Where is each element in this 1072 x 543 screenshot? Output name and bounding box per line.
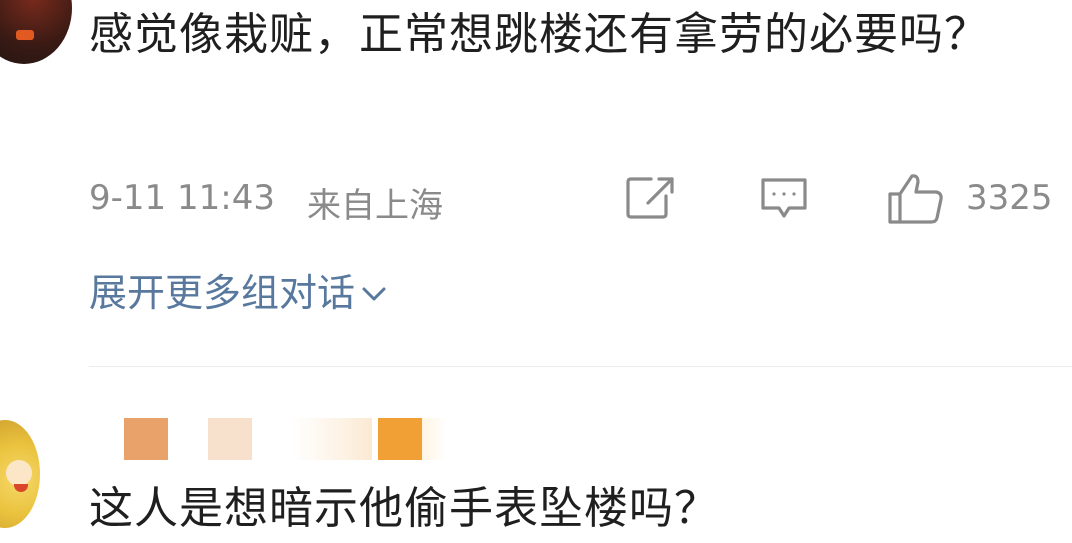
- share-icon: [625, 176, 675, 220]
- mosaic-block: [422, 418, 446, 460]
- like-button[interactable]: [887, 172, 945, 226]
- comment-meta: 9-11 11:43 来自上海 3325: [89, 174, 1072, 226]
- avatar[interactable]: [0, 420, 40, 528]
- expand-conversation-link[interactable]: 展开更多组对话: [89, 262, 387, 317]
- mosaic-block: [124, 418, 168, 460]
- comment-icon: [759, 176, 809, 222]
- thumbs-up-icon: [887, 172, 945, 226]
- comment-location: 来自上海: [307, 186, 443, 226]
- comment-button[interactable]: [759, 176, 809, 222]
- mosaic-block: [208, 418, 252, 460]
- expand-conversation-label: 展开更多组对话: [89, 271, 356, 315]
- mosaic-block: [292, 418, 372, 460]
- comment-text: 这人是想暗示他偷手表坠楼吗？: [89, 483, 719, 534]
- comment-text: 感觉像栽赃，正常想跳楼还有拿劳的必要吗？: [89, 9, 989, 60]
- comment-timestamp: 9-11 11:43: [89, 178, 275, 218]
- like-count: 3325: [966, 178, 1053, 218]
- username-masked[interactable]: [124, 418, 454, 462]
- avatar[interactable]: [0, 0, 72, 64]
- chevron-down-icon: [355, 268, 387, 312]
- mosaic-block: [378, 418, 422, 460]
- divider: [89, 366, 1072, 367]
- share-button[interactable]: [625, 176, 675, 220]
